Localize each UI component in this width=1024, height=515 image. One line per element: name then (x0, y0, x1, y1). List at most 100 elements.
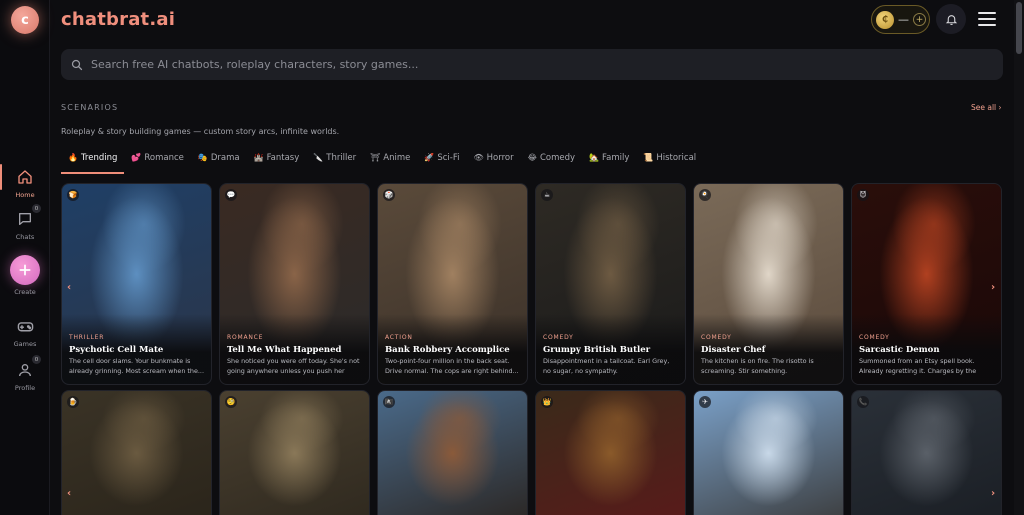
sidebar-item-label: Profile (14, 384, 36, 392)
coin-balance-value: — (898, 13, 909, 26)
tab-sci-fi[interactable]: 🚀 Sci-Fi (417, 150, 466, 174)
card-category: ROMANCE (227, 334, 264, 341)
coin-balance[interactable]: ₵ — + (871, 5, 930, 34)
scenario-card[interactable]: 👑 (535, 390, 686, 515)
carousel-prev-button[interactable]: ‹ (67, 282, 71, 293)
scenario-card[interactable]: ☕ COMEDY Grumpy British Butler Disappointme… (535, 183, 686, 385)
tab-fantasy[interactable]: 🏰 Fantasy (247, 150, 307, 174)
see-all-link[interactable]: See all › (971, 103, 1002, 112)
brand-avatar[interactable]: c (11, 6, 39, 34)
category-tabs: 🔥 Trending 💕 Romance 🎭 Drama 🏰 Fantasy 🔪 Thriller… (61, 150, 703, 176)
card-category: ACTION (385, 334, 413, 341)
search-bar[interactable] (61, 49, 1003, 80)
card-artwork (220, 391, 369, 515)
card-tag-icon: 💬 (225, 189, 237, 201)
tab-horror[interactable]: 👁 Horror (466, 150, 520, 174)
tab-emoji: 🏡 (589, 153, 599, 162)
scenario-card[interactable]: 🍳 COMEDY Disaster Chef The kitchen is on fi… (693, 183, 844, 385)
profile-badge: 0 (32, 355, 41, 364)
scenario-card[interactable]: ✈ (693, 390, 844, 515)
card-title: Tell Me What Happened (227, 345, 342, 355)
scenario-card[interactable]: 🧐 (219, 390, 370, 515)
sidebar-item-label: Games (13, 340, 37, 348)
app-root: c Home 0 Chats Create Games 0 Profile ch… (0, 0, 1024, 515)
card-artwork (694, 391, 843, 515)
search-input[interactable] (91, 58, 971, 71)
tab-label: Sci-Fi (437, 153, 460, 163)
scrollbar-thumb[interactable] (1016, 2, 1022, 54)
scenario-card[interactable]: 🍞 THRILLER Psychotic Cell Mate The cell doo… (61, 183, 212, 385)
menu-icon-line (978, 12, 996, 14)
tab-label: Fantasy (266, 153, 300, 163)
card-title: Sarcastic Demon (859, 345, 940, 355)
card-description: The kitchen is on fire. The risotto is s… (701, 357, 814, 375)
tab-emoji: 😂 (527, 153, 537, 162)
tab-drama[interactable]: 🎭 Drama (191, 150, 247, 174)
tab-label: Trending (80, 153, 118, 163)
tab-emoji: 🚀 (424, 153, 435, 162)
tab-historical[interactable]: 📜 Historical (636, 150, 703, 174)
card-tag-icon: 📞 (857, 396, 869, 408)
tab-label: Horror (486, 153, 514, 163)
coin-icon: ₵ (876, 10, 894, 29)
card-tag-icon: 👑 (541, 396, 553, 408)
bell-icon (945, 14, 957, 25)
tab-label: Comedy (539, 153, 576, 163)
card-description: Summoned from an Etsy spell book. Alread… (859, 357, 977, 375)
scenario-card[interactable]: 😈 COMEDY Sarcastic Demon Summoned from an E… (851, 183, 1002, 385)
tab-label: Anime (383, 153, 411, 163)
tab-thriller[interactable]: 🔪 Thriller (306, 150, 363, 174)
sidebar-item-label: Chats (15, 233, 35, 241)
tab-family[interactable]: 🏡 Family (582, 150, 636, 174)
card-description: Disappointment in a tailcoat. Earl Grey,… (543, 357, 670, 375)
tab-label: Historical (656, 153, 697, 163)
card-tag-icon: 🍺 (67, 396, 79, 408)
card-tag-icon: 🍳 (699, 189, 711, 201)
user-icon: 0 (14, 355, 41, 381)
card-artwork (62, 391, 211, 515)
tab-romance[interactable]: 💕 Romance (124, 150, 190, 174)
scenario-card[interactable]: 🍺 (61, 390, 212, 515)
add-coins-button[interactable]: + (913, 13, 926, 26)
sidebar-item-label: Create (14, 288, 36, 296)
sidebar-item-games[interactable]: Games (0, 315, 50, 348)
tab-emoji: 🔪 (313, 153, 324, 162)
card-artwork (378, 391, 527, 515)
carousel-next-button[interactable]: › (991, 488, 995, 499)
page-scrollbar[interactable] (1014, 0, 1024, 515)
brand-logo[interactable]: chatbrat.ai (61, 9, 175, 30)
card-tag-icon: ☕ (541, 189, 553, 201)
card-description: She noticed you were off today. She's no… (227, 357, 360, 375)
card-title: Disaster Chef (701, 345, 766, 355)
sidebar-item-create[interactable]: Create (0, 255, 50, 296)
tab-label: Thriller (326, 153, 357, 163)
card-title: Bank Robbery Accomplice (385, 345, 510, 355)
tab-label: Drama (210, 153, 240, 163)
card-tag-icon: 🎲 (383, 189, 395, 201)
menu-button[interactable] (978, 11, 996, 27)
scenario-card[interactable]: 📞 (851, 390, 1002, 515)
scenario-card[interactable]: 🎲 ACTION Bank Robbery Accomplice Two-point-… (377, 183, 528, 385)
tab-trending[interactable]: 🔥 Trending (61, 150, 125, 174)
sidebar-item-home[interactable]: Home (0, 166, 50, 199)
tab-emoji: 👁 (473, 153, 484, 162)
card-tag-icon: 🧐 (225, 396, 237, 408)
card-category: THRILLER (69, 334, 105, 341)
tab-comedy[interactable]: 😂 Comedy (521, 150, 582, 174)
card-category: COMEDY (859, 334, 890, 341)
tab-anime[interactable]: ⛩ Anime (363, 150, 417, 174)
card-tag-icon: 🏴‍☠️ (383, 396, 395, 408)
sidebar-item-profile[interactable]: 0 Profile (0, 355, 50, 392)
scenario-card[interactable]: 💬 ROMANCE Tell Me What Happened She noticed… (219, 183, 370, 385)
carousel-next-button[interactable]: › (991, 282, 995, 293)
section-description: Roleplay & story building games — custom… (61, 127, 340, 136)
notifications-button[interactable] (936, 4, 966, 34)
scenario-card[interactable]: 🏴‍☠️ (377, 390, 528, 515)
tab-emoji: 🏰 (253, 153, 264, 162)
card-description: Two-point-four million in the back seat.… (385, 357, 519, 375)
gamepad-icon (14, 315, 36, 337)
carousel-prev-button[interactable]: ‹ (67, 488, 71, 499)
tab-emoji: ⛩ (370, 153, 381, 162)
sidebar-item-chats[interactable]: 0 Chats (0, 204, 50, 241)
card-tag-icon: 🍞 (67, 189, 79, 201)
